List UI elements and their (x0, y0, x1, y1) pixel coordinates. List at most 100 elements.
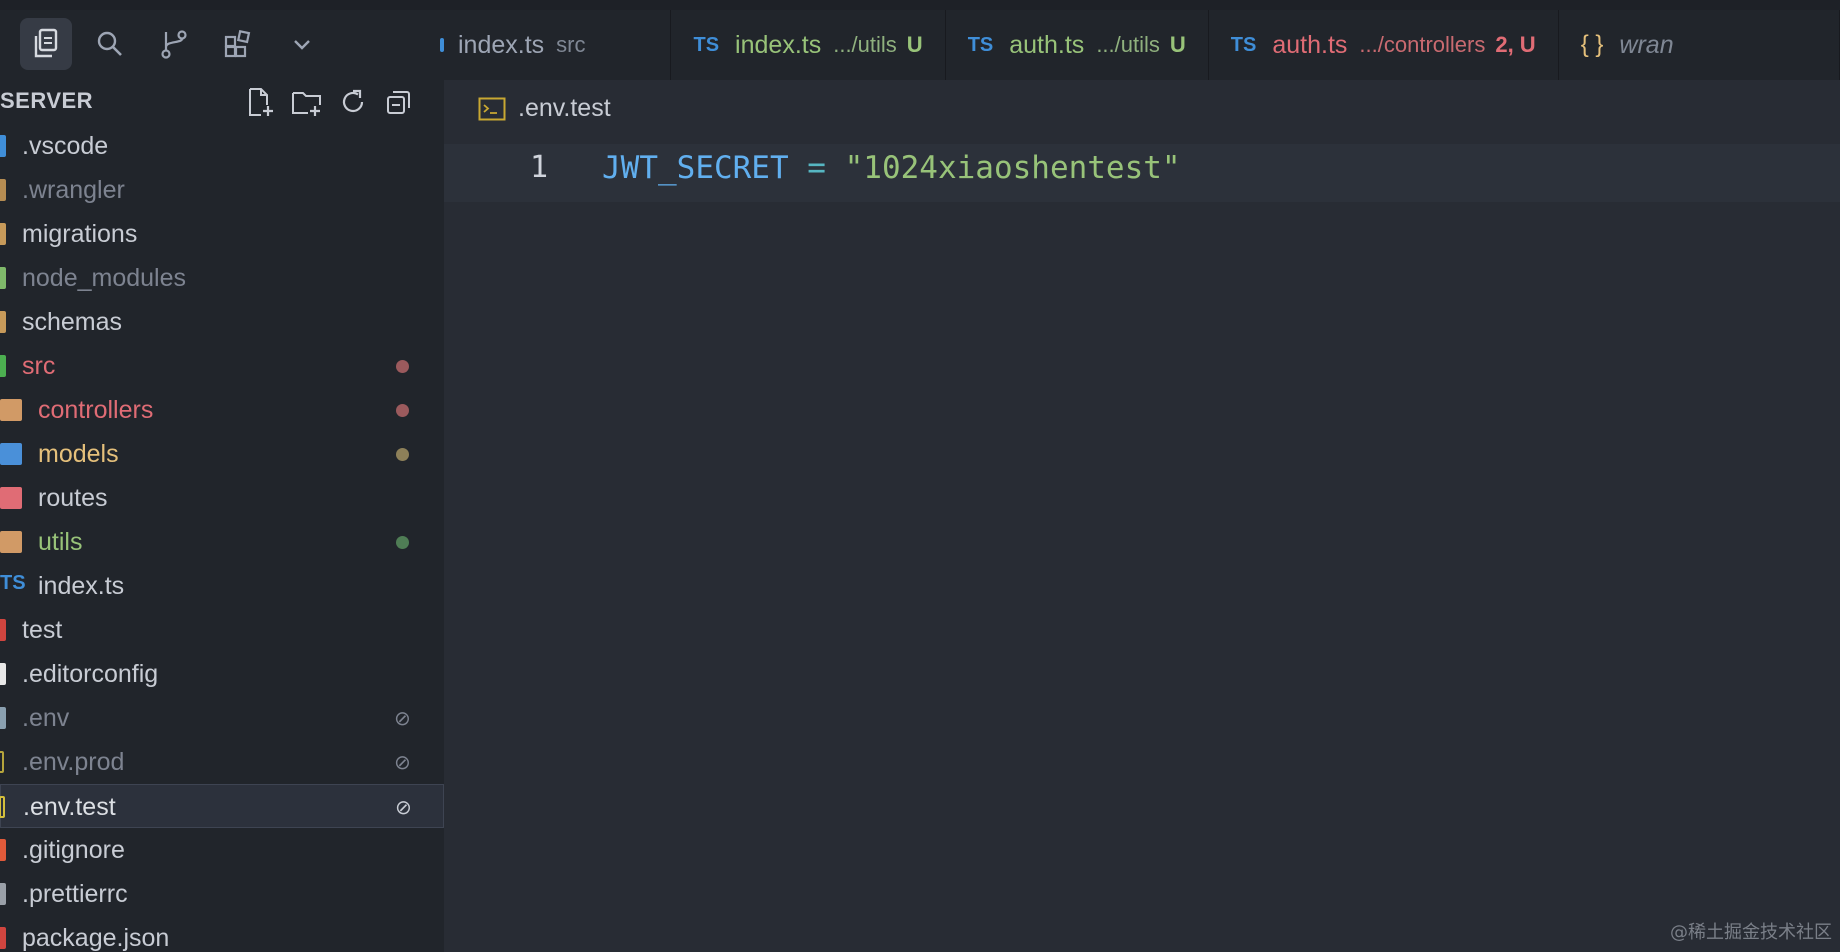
collapse-all-button[interactable] (382, 84, 416, 120)
code-line[interactable]: JWT_SECRET = "1024xiaoshentest" (602, 150, 1181, 186)
file-type-icon (0, 796, 5, 818)
search-button[interactable] (84, 18, 136, 70)
file-type-icon (0, 311, 6, 333)
breadcrumb-filename: .env.test (518, 94, 611, 122)
file-tree-item[interactable]: .wrangler (0, 168, 444, 212)
ts-file-icon: TS (0, 572, 26, 594)
tab-status-badge: U (1169, 32, 1186, 57)
file-tree-item[interactable]: migrations (0, 212, 444, 256)
file-tree-label: models (38, 440, 119, 468)
extensions-icon (224, 29, 251, 58)
extensions-button[interactable] (212, 18, 264, 70)
file-tree-item[interactable]: schemas (0, 300, 444, 344)
tab-filename: auth.ts (1272, 30, 1348, 59)
tab-path: .../utils (1096, 32, 1160, 57)
search-icon (97, 31, 122, 56)
new-file-button[interactable] (244, 84, 278, 120)
file-tree: .vscode .wrangler migrations node_modulessc… (0, 124, 444, 952)
explorer-sidebar: SERVER .vscode .wrangler migrations node… (0, 80, 444, 952)
tab-path: .../controllers (1359, 32, 1486, 57)
explorer-header: SERVER (0, 80, 444, 124)
file-type-icon (0, 179, 6, 201)
env-key: JWT_SECRET (602, 150, 789, 186)
editor-tab[interactable]: TS auth.ts .../utils U (946, 10, 1209, 80)
explorer-button[interactable] (20, 18, 72, 70)
line-number: 1 (530, 150, 549, 185)
file-tree-item[interactable]: .prettierrc (0, 872, 444, 916)
chevron-down-icon (294, 40, 310, 50)
file-type-icon (0, 883, 6, 905)
file-type-icon (0, 443, 22, 465)
source-control-icon (161, 30, 187, 59)
tab-path: src (556, 32, 586, 57)
file-type-icon (0, 487, 22, 509)
file-tree-item[interactable]: src (0, 344, 444, 388)
editor-tab[interactable]: TS index.ts .../utils U (671, 10, 946, 80)
ignored-icon: ⊘ (394, 752, 411, 774)
editor-tabs: index.ts src TS index.ts .../utils U TS auth.ts… (440, 10, 1840, 80)
tab-status-badge: 2, U (1495, 32, 1536, 57)
file-tree-label: .vscode (22, 132, 109, 160)
editor-tab[interactable]: index.ts src (440, 10, 672, 80)
tab-filename: auth.ts (1009, 30, 1085, 59)
file-tree-label: .env.prod (22, 748, 125, 776)
collapse-all-icon (387, 91, 410, 114)
activity-bar (0, 10, 440, 80)
file-type-icon (0, 751, 4, 773)
file-tree-label: routes (38, 484, 108, 512)
file-tree-label: .editorconfig (22, 660, 159, 688)
refresh-button[interactable] (336, 84, 370, 120)
tab-path: .../utils (833, 32, 897, 57)
title-strip (0, 0, 1840, 10)
file-tree-item[interactable]: controllers (0, 388, 444, 432)
file-type-icon (0, 663, 6, 685)
file-type-icon (0, 223, 6, 245)
file-tree-item[interactable]: test (0, 608, 444, 652)
watermark: @稀土掘金技术社区 (1670, 922, 1832, 943)
file-tree-item[interactable]: .vscode (0, 124, 444, 168)
file-tree-item[interactable]: routes (0, 476, 444, 520)
file-type-icon (0, 135, 6, 157)
source-control-button[interactable] (148, 18, 200, 70)
editor-pane: .env.test 1 JWT_SECRET = "1024xiaoshente… (444, 80, 1840, 952)
file-type-icon (0, 619, 6, 641)
file-tree-item[interactable]: package.json (0, 916, 444, 952)
file-tree-label: utils (38, 528, 83, 556)
file-tree-item[interactable]: TS index.ts (0, 564, 444, 608)
file-tree-item[interactable]: .gitignore (0, 828, 444, 872)
explorer-title: SERVER (0, 88, 94, 113)
file-tree-item[interactable]: utils (0, 520, 444, 564)
file-type-icon (0, 355, 6, 377)
editor-tab[interactable]: TS auth.ts .../controllers 2, U (1209, 10, 1559, 80)
file-tree-item[interactable]: .env.prod ⊘ (0, 740, 444, 784)
file-tree-label: .prettierrc (22, 880, 128, 908)
file-type-icon (0, 531, 22, 553)
editor-tab[interactable]: { } wran (1559, 10, 1840, 80)
file-tree-item[interactable]: node_modules (0, 256, 444, 300)
file-tree-item[interactable]: .editorconfig (0, 652, 444, 696)
file-type-icon (0, 839, 6, 861)
tab-bar: index.ts src TS index.ts .../utils U TS auth.ts… (0, 10, 1840, 80)
git-status-dot (396, 536, 409, 549)
git-status-dot (396, 360, 409, 373)
json-file-icon: { } (1580, 31, 1604, 58)
file-tree-label: src (22, 352, 56, 380)
new-folder-icon (292, 92, 321, 116)
breadcrumb[interactable]: .env.test (478, 94, 611, 123)
file-tree-label: .gitignore (22, 836, 125, 864)
ignored-icon: ⊘ (395, 797, 412, 819)
file-tree-item[interactable]: .env.test ⊘ (0, 784, 444, 828)
file-tree-label: package.json (22, 924, 170, 952)
ts-file-icon: TS (1230, 33, 1257, 56)
file-tree-label: schemas (22, 308, 123, 336)
file-tree-item[interactable]: models (0, 432, 444, 476)
new-folder-button[interactable] (290, 84, 324, 120)
file-tree-label: index.ts (38, 572, 125, 600)
file-tree-label: migrations (22, 220, 138, 248)
file-tree-item[interactable]: .env ⊘ (0, 696, 444, 740)
more-views-button[interactable] (276, 18, 328, 70)
git-status-dot (396, 448, 409, 461)
file-tree-label: .env (22, 704, 70, 732)
tab-filename: index.ts (735, 30, 822, 59)
file-tree-label: test (22, 616, 63, 644)
